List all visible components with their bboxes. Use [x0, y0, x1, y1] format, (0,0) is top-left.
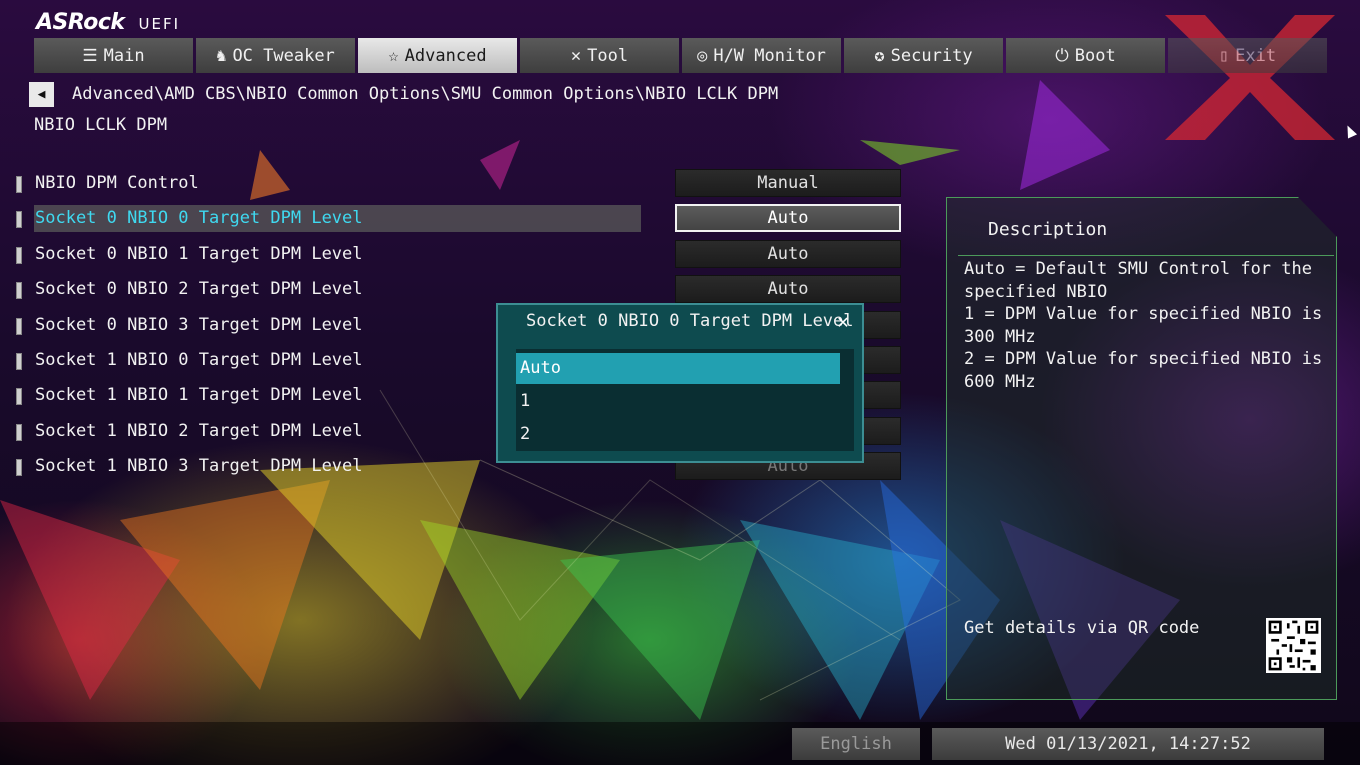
chevron-left-icon: ◀ — [37, 87, 46, 102]
option-label: Socket 0 NBIO 1 Target DPM Level — [35, 243, 363, 264]
option-marker-icon — [16, 388, 22, 406]
dialog-option[interactable]: 2 — [516, 419, 840, 450]
description-title: Description — [988, 219, 1108, 240]
brand-sub: UEFI — [138, 15, 181, 33]
brand-logo: ASRock — [36, 10, 125, 35]
tab-oc-tweaker-label: OC Tweaker — [232, 45, 335, 66]
close-icon[interactable]: ✕ — [834, 314, 852, 332]
option-value-button[interactable]: Auto — [675, 239, 901, 268]
tab-security-label: Security — [890, 45, 973, 66]
tab-tool-label: Tool — [587, 45, 629, 66]
exit-icon: ▯ — [1218, 45, 1230, 66]
option-marker-icon — [16, 459, 22, 477]
option-marker-icon — [16, 211, 22, 229]
watermark-logo — [1160, 10, 1340, 145]
qr-code-icon — [1266, 618, 1321, 673]
tools-icon: ✕ — [570, 45, 582, 66]
tab-oc-tweaker[interactable]: ♞ OC Tweaker — [196, 38, 355, 73]
tab-main-label: Main — [103, 45, 145, 66]
option-marker-icon — [16, 176, 22, 193]
option-marker-icon — [16, 423, 22, 441]
shield-icon: ✪ — [874, 45, 885, 66]
brand: ASRock UEFI — [36, 10, 180, 35]
star-icon: ☆ — [388, 45, 399, 66]
power-icon: ⏻ — [1055, 45, 1069, 66]
option-row[interactable]: Socket 0 NBIO 1 Target DPM Level Auto — [14, 237, 904, 272]
option-row[interactable]: NBIO DPM Control Manual — [14, 166, 904, 201]
tab-boot[interactable]: ⏻ Boot — [1006, 38, 1165, 73]
main-tabs: ☰ Main ♞ OC Tweaker ☆ Advanced ✕ Tool ◎ … — [34, 38, 1327, 73]
qr-label: Get details via QR code — [964, 618, 1200, 638]
tab-main[interactable]: ☰ Main — [34, 38, 193, 73]
tab-hw-monitor[interactable]: ◎ H/W Monitor — [682, 38, 841, 73]
option-marker-icon — [16, 246, 22, 264]
page-title: NBIO LCLK DPM — [34, 115, 168, 135]
tab-boot-label: Boot — [1074, 45, 1116, 66]
language-button[interactable]: English — [792, 728, 920, 760]
option-marker-icon — [16, 282, 22, 300]
option-label: NBIO DPM Control — [35, 173, 199, 193]
tab-advanced-label: Advanced — [404, 45, 487, 66]
list-icon: ☰ — [82, 45, 98, 66]
rocket-icon: ♞ — [216, 45, 227, 66]
tab-exit-label: Exit — [1235, 45, 1277, 66]
option-marker-icon — [16, 317, 22, 335]
option-label: Socket 0 NBIO 0 Target DPM Level — [34, 205, 641, 233]
option-value-button[interactable]: Manual — [675, 169, 901, 197]
breadcrumb: Advanced\AMD CBS\NBIO Common Options\SMU… — [72, 84, 779, 104]
monitor-gauge-icon: ◎ — [697, 45, 708, 66]
description-divider — [958, 255, 1334, 256]
datetime-display: Wed 01/13/2021, 14:27:52 — [932, 728, 1324, 760]
dialog-options-list: Auto 1 2 — [516, 349, 854, 451]
description-text: Auto = Default SMU Control for the speci… — [964, 259, 1323, 392]
option-marker-icon — [16, 352, 22, 370]
tab-advanced[interactable]: ☆ Advanced — [358, 38, 517, 73]
value-select-dialog: Socket 0 NBIO 0 Target DPM Level ✕ Auto … — [496, 303, 864, 463]
back-button[interactable]: ◀ — [29, 82, 54, 107]
tab-security[interactable]: ✪ Security — [844, 38, 1003, 73]
option-row[interactable]: Socket 0 NBIO 0 Target DPM Level Auto — [14, 201, 904, 236]
tab-tool[interactable]: ✕ Tool — [520, 38, 679, 73]
tab-hw-monitor-label: H/W Monitor — [713, 45, 826, 66]
dialog-title: Socket 0 NBIO 0 Target DPM Level — [526, 311, 854, 331]
option-value-button[interactable]: Auto — [675, 204, 901, 233]
dialog-option[interactable]: 1 — [516, 386, 840, 417]
option-label: Socket 0 NBIO 2 Target DPM Level — [35, 279, 363, 300]
tab-exit[interactable]: ▯ Exit — [1168, 38, 1327, 73]
option-value-button[interactable]: Auto — [675, 275, 901, 304]
dialog-option[interactable]: Auto — [516, 353, 840, 384]
